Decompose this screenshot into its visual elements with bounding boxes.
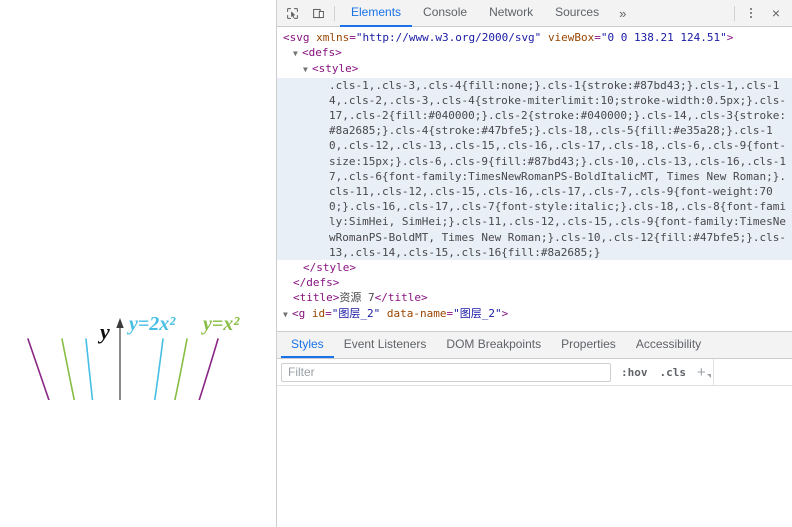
parabola-figure[interactable]: y O x 顶点 y=2x² y=x² y= 1 2 x² [0,150,276,400]
device-toolbar-icon[interactable] [305,1,331,25]
css-text-node: .cls-1,.cls-3,.cls-4{fill:none;}.cls-1{s… [329,78,786,259]
tag-style: style [318,62,352,76]
dom-line-g[interactable]: ▼ <g id="图层_2" data-name="图层_2"> [277,306,792,322]
attr-id-value: "图层_2" [331,306,381,320]
filter-bar-divider [712,359,714,385]
tag-title-open: <title> [293,291,340,305]
tab-event-listeners[interactable]: Event Listeners [334,332,437,358]
tag-style-close: </style> [303,261,356,275]
dom-line-defs[interactable]: ▼ <defs> [277,45,792,61]
devtools-panel: Elements Console Network Sources » × <sv… [276,0,792,527]
styles-rules-list[interactable] [277,386,792,527]
tab-properties[interactable]: Properties [551,332,626,358]
styles-filter-bar: Filter :hov .cls + [277,359,792,386]
tab-styles[interactable]: Styles [281,332,334,358]
styles-filter-input[interactable]: Filter [281,362,611,382]
y-axis-arrow [116,318,124,328]
toolbar-divider-right [734,5,735,21]
toolbar-right-group: × [731,1,790,25]
tab-network[interactable]: Network [478,0,544,27]
dom-line-title[interactable]: <title>资源 7</title> [277,290,792,305]
dom-line-defs-close[interactable]: </defs> [277,275,792,290]
parabola-svg: y O x 顶点 y=2x² y=x² y= 1 2 x² [27,313,240,400]
attr-xmlns-value: "http://www.w3.org/2000/svg" [355,31,542,44]
inspect-element-icon[interactable] [279,1,305,25]
more-tabs-icon[interactable]: » [610,0,635,27]
attr-dataname-value: "图层_2" [453,306,502,320]
devtools-tab-list: Elements Console Network Sources » [340,0,635,27]
dom-line-css-text[interactable]: .cls-1,.cls-3,.cls-4{fill:none;}.cls-1{s… [277,77,792,261]
toolbar-divider [334,5,335,21]
curve-half-x-squared [27,338,219,400]
title-text-node: 资源 7 [339,291,375,305]
attr-viewbox-value: "0 0 138.21 124.51" [600,31,727,44]
label-2x-squared: y=2x² [127,313,176,335]
label-x-squared: y=x² [201,313,240,335]
curve-x-squared [61,338,188,400]
element-classes-button[interactable]: .cls [654,366,693,379]
tab-console[interactable]: Console [412,0,478,27]
dom-line-style-close[interactable]: </style> [277,260,792,275]
tab-accessibility[interactable]: Accessibility [626,332,711,358]
attr-dataname-name: data-name [386,306,447,320]
tab-sources[interactable]: Sources [544,0,610,27]
curve-2x-squared [85,338,164,400]
dom-tree-view[interactable]: <svg xmlns="http://www.w3.org/2000/svg" … [277,27,792,332]
devtools-toolbar: Elements Console Network Sources » × [277,0,792,27]
styles-pane: Styles Event Listeners DOM Breakpoints P… [277,332,792,527]
attr-viewbox-name: viewBox [547,31,595,44]
attr-xmlns-name: xmlns [316,31,350,44]
attr-id-name: id [311,306,326,320]
dom-line-style[interactable]: ▼ <style> [277,61,792,77]
tab-dom-breakpoints[interactable]: DOM Breakpoints [436,332,551,358]
toggle-element-state-button[interactable]: :hov [615,366,654,379]
new-style-rule-button[interactable]: + [692,364,713,381]
y-axis-label: y [97,319,110,344]
tag-g: g [298,306,306,320]
tag-defs-close: </defs> [293,276,340,290]
styles-tab-list: Styles Event Listeners DOM Breakpoints P… [277,332,792,359]
tag-defs: defs [308,46,336,60]
screenshot-root: y O x 顶点 y=2x² y=x² y= 1 2 x² [0,0,792,527]
web-page-content: y O x 顶点 y=2x² y=x² y= 1 2 x² [0,0,276,527]
dom-line-svg[interactable]: <svg xmlns="http://www.w3.org/2000/svg" … [277,30,792,45]
tag-title-close: </title> [374,291,428,305]
tab-elements[interactable]: Elements [340,0,413,27]
more-options-icon[interactable] [740,1,762,25]
close-icon[interactable]: × [762,1,790,25]
